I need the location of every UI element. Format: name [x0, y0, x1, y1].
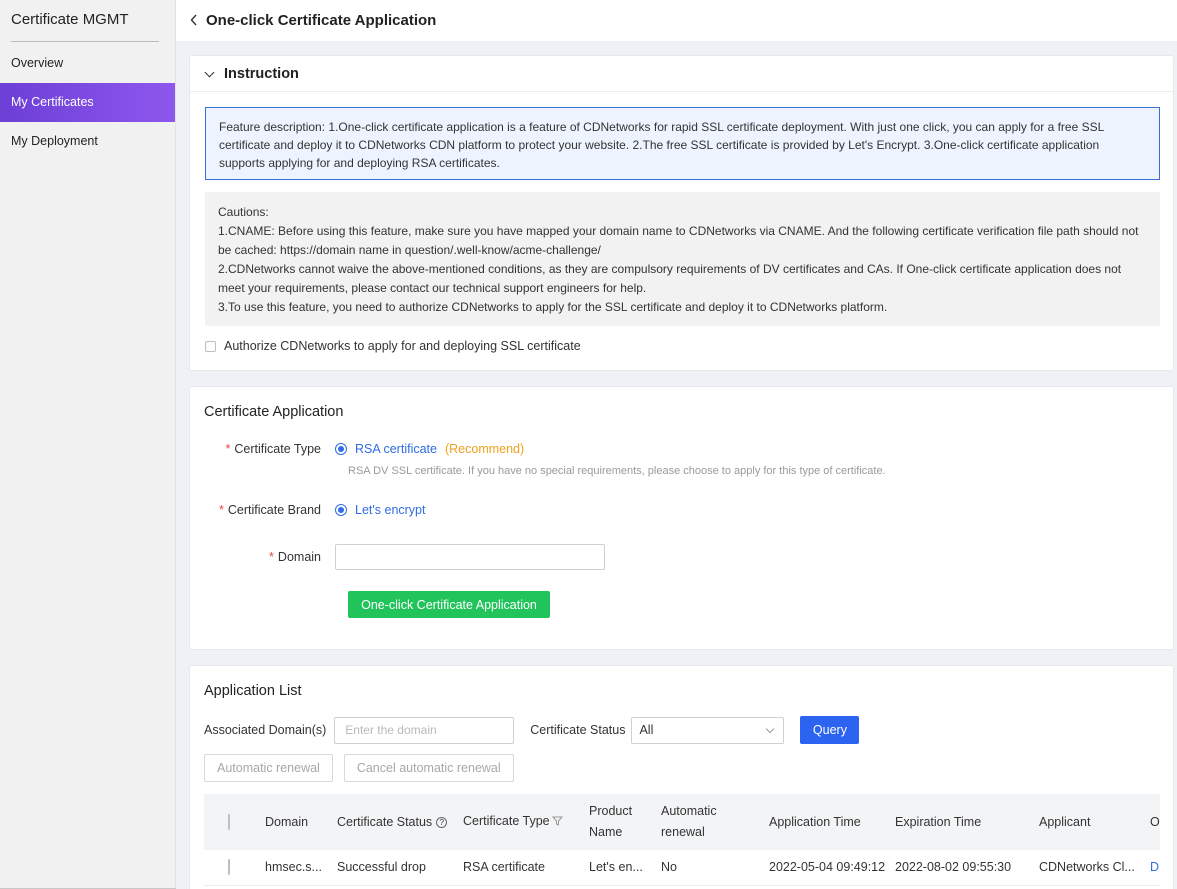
details-link[interactable]: Details: [1150, 857, 1160, 878]
instruction-title: Instruction: [224, 65, 299, 82]
column-application-time[interactable]: Application Time: [769, 812, 895, 833]
cell-status: Successful drop: [337, 860, 426, 874]
sidebar-item-my-certificates[interactable]: My Certificates: [0, 83, 175, 122]
bulk-actions: Automatic renewal Cancel automatic renew…: [204, 754, 525, 782]
required-mark: *: [225, 442, 231, 456]
application-table: Domain Certificate Status? Certificate T…: [204, 794, 1160, 886]
domain-filter-input[interactable]: [334, 716, 515, 744]
sidebar-divider: [11, 41, 159, 42]
query-button[interactable]: Query: [800, 716, 860, 744]
chevron-down-icon: [766, 724, 775, 733]
column-certificate-status[interactable]: Certificate Status?: [337, 812, 463, 833]
cell-application-time: 2022-05-04 09:49:12: [769, 860, 886, 874]
status-filter-select[interactable]: All: [631, 716, 785, 744]
sidebar: Certificate MGMT Overview My Certificate…: [0, 0, 176, 889]
page-title: One-click Certificate Application: [206, 12, 437, 29]
one-click-apply-button[interactable]: One-click Certificate Application: [348, 591, 550, 618]
column-expiration-time[interactable]: Expiration Time: [895, 812, 1039, 833]
cell-renewal: No: [661, 860, 677, 874]
page-header: One-click Certificate Application: [176, 0, 1177, 41]
sidebar-item-overview[interactable]: Overview: [0, 44, 175, 83]
instruction-panel: Instruction Feature description: 1.One-c…: [189, 55, 1174, 371]
sidebar-title: Certificate MGMT: [11, 11, 129, 28]
application-list-panel: Application List Associated Domain(s) Ce…: [189, 665, 1174, 889]
lets-encrypt-radio[interactable]: [335, 504, 347, 516]
status-filter-label: Certificate Status: [530, 723, 626, 737]
instruction-header[interactable]: Instruction: [190, 56, 1173, 92]
status-filter-value: All: [639, 723, 654, 737]
sidebar-nav: Overview My Certificates My Deployment: [0, 44, 175, 161]
rsa-certificate-radio[interactable]: [335, 443, 347, 455]
chevron-left-icon[interactable]: [190, 14, 198, 28]
table-row: hmsec.s... Successful drop RSA certifica…: [204, 850, 1160, 886]
domain-input[interactable]: [335, 544, 605, 570]
table-header: Domain Certificate Status? Certificate T…: [204, 794, 1160, 850]
authorize-label: Authorize CDNetworks to apply for and de…: [224, 339, 581, 353]
column-automatic-renewal[interactable]: Automatic renewal: [661, 801, 769, 843]
lets-encrypt-label[interactable]: Let's encrypt: [355, 503, 425, 517]
automatic-renewal-button[interactable]: Automatic renewal: [204, 754, 333, 782]
column-domain[interactable]: Domain: [265, 812, 337, 833]
caution-item: 3.To use this feature, you need to autho…: [218, 300, 888, 314]
sidebar-item-my-deployment[interactable]: My Deployment: [0, 122, 175, 161]
certificate-application-title: Certificate Application: [204, 404, 344, 420]
certificate-type-hint: RSA DV SSL certificate. If you have no s…: [348, 465, 886, 477]
cell-type: RSA certificate: [463, 860, 545, 874]
column-certificate-type[interactable]: Certificate Type: [463, 811, 589, 832]
recommend-tag: (Recommend): [444, 442, 525, 456]
filter-icon[interactable]: [551, 812, 563, 833]
application-list-title: Application List: [204, 683, 302, 699]
domain-filter-label: Associated Domain(s): [204, 723, 327, 737]
required-mark: *: [219, 503, 224, 517]
domain-row: * Domain: [190, 544, 605, 570]
question-circle-icon[interactable]: ?: [436, 816, 448, 828]
authorize-checkbox[interactable]: [205, 340, 216, 352]
cautions-box: Cautions: 1.CNAME: Before using this fea…: [205, 192, 1160, 326]
certificate-type-row: * Certificate Type RSA certificate (Recom…: [190, 442, 525, 456]
cell-expiration-time: 2022-08-02 09:55:30: [895, 860, 1012, 874]
caution-item: 2.CDNetworks cannot waive the above-ment…: [218, 262, 1122, 295]
cautions-heading: Cautions:: [218, 205, 269, 219]
feature-description: Feature description: 1.One-click certifi…: [205, 107, 1160, 180]
cell-product: Let's en...: [589, 860, 643, 874]
certificate-brand-row: * Certificate Brand Let's encrypt: [190, 503, 425, 517]
required-mark: *: [269, 550, 274, 564]
cell-domain: hmsec.s...: [265, 860, 322, 874]
column-product-name[interactable]: Product Name: [589, 801, 661, 843]
domain-label: * Domain: [269, 550, 321, 564]
column-operation: Operation: [1150, 814, 1160, 829]
list-filters: Associated Domain(s) Certificate Status …: [204, 716, 860, 744]
column-applicant[interactable]: Applicant: [1039, 812, 1150, 833]
certificate-type-label: * Certificate Type: [225, 442, 322, 456]
caution-item: 1.CNAME: Before using this feature, make…: [218, 224, 1139, 257]
cancel-automatic-renewal-button[interactable]: Cancel automatic renewal: [343, 754, 514, 782]
rsa-certificate-label[interactable]: RSA certificate: [355, 442, 437, 456]
cell-applicant: CDNetworks Cl...: [1039, 860, 1135, 874]
select-all-checkbox[interactable]: [228, 813, 230, 830]
certificate-application-panel: Certificate Application * Certificate Typ…: [189, 386, 1174, 650]
chevron-down-icon: [204, 67, 215, 77]
row-checkbox[interactable]: [228, 859, 230, 875]
authorize-row[interactable]: Authorize CDNetworks to apply for and de…: [205, 339, 581, 353]
certificate-brand-label: * Certificate Brand: [219, 503, 321, 517]
